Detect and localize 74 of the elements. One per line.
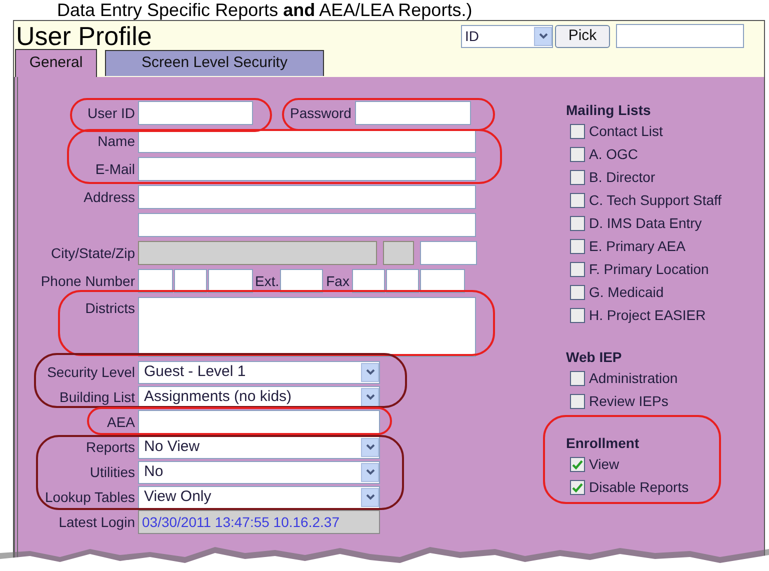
field-label: Name xyxy=(98,132,135,150)
field-label: User ID xyxy=(88,104,135,122)
field-label: Fax xyxy=(326,272,350,290)
checkbox[interactable] xyxy=(570,457,585,472)
text-area[interactable] xyxy=(138,297,476,357)
field-label: E-Mail xyxy=(95,160,135,178)
dropdown-select[interactable]: View Only xyxy=(138,486,380,508)
checkbox-label: Review IEPs xyxy=(589,392,668,411)
group-heading: Enrollment xyxy=(566,434,640,453)
checkbox[interactable] xyxy=(570,124,585,139)
checkbox[interactable] xyxy=(570,285,585,300)
pick-input-field[interactable] xyxy=(616,24,744,48)
checkbox[interactable] xyxy=(570,371,585,386)
checkbox-label: H. Project EASIER xyxy=(589,306,706,325)
checkbox-label: D. IMS Data Entry xyxy=(589,214,702,233)
checkbox[interactable] xyxy=(570,193,585,208)
field-label: Districts xyxy=(85,299,135,318)
tab[interactable]: Screen Level Security xyxy=(105,50,324,76)
field-label: Utilities xyxy=(90,462,135,482)
id-select[interactable]: ID xyxy=(461,24,553,48)
input-field[interactable] xyxy=(138,213,476,237)
checkbox-label: Administration xyxy=(589,369,678,388)
checkbox[interactable] xyxy=(570,308,585,323)
input-field[interactable] xyxy=(138,129,476,153)
checkbox[interactable] xyxy=(570,170,585,185)
field-label: Address xyxy=(84,188,135,206)
input-field[interactable] xyxy=(420,269,466,293)
field-label: Ext. xyxy=(255,272,280,290)
checkbox-label: E. Primary AEA xyxy=(589,237,686,256)
input-field[interactable] xyxy=(355,101,472,125)
input-field[interactable] xyxy=(280,269,324,293)
input-field[interactable] xyxy=(174,269,207,293)
checkbox-label: Contact List xyxy=(589,122,663,141)
pick-button[interactable]: Pick xyxy=(555,24,610,48)
input-field[interactable] xyxy=(420,241,477,265)
field-label: AEA xyxy=(106,412,135,432)
input-field[interactable] xyxy=(138,269,173,293)
dropdown-select[interactable]: Assignments (no kids) xyxy=(138,386,380,408)
field-label: Security Level xyxy=(47,362,135,382)
field-label: Phone Number xyxy=(40,272,135,290)
input-field[interactable] xyxy=(138,101,253,125)
checkbox[interactable] xyxy=(570,262,585,277)
input-field[interactable] xyxy=(352,269,386,293)
checkbox-label: View xyxy=(589,455,620,474)
input-field[interactable] xyxy=(208,269,253,293)
field-label: Lookup Tables xyxy=(44,488,135,507)
input-field[interactable] xyxy=(138,185,476,209)
field-label: Password xyxy=(290,104,352,122)
field-label: Building List xyxy=(60,388,135,407)
checkbox[interactable] xyxy=(570,394,585,409)
checkbox[interactable] xyxy=(570,239,585,254)
tab[interactable]: General xyxy=(15,49,97,77)
group-heading: Mailing Lists xyxy=(566,101,652,120)
field-label: Reports xyxy=(86,438,135,457)
checkbox-label: Disable Reports xyxy=(589,478,689,497)
checkbox-label: C. Tech Support Staff xyxy=(589,191,722,210)
checkbox[interactable] xyxy=(570,216,585,231)
input-field[interactable] xyxy=(386,269,420,293)
input-field[interactable] xyxy=(138,410,380,434)
dropdown-select[interactable]: No xyxy=(138,460,380,484)
field-label: Latest Login xyxy=(58,512,135,532)
caption-text: Data Entry Specific Reports and AEA/LEA Reports.) xyxy=(57,0,472,20)
checkbox-label: B. Director xyxy=(589,168,656,187)
group-heading: Web IEP xyxy=(566,348,623,367)
checkbox-label: G. Medicaid xyxy=(589,283,664,302)
checkbox[interactable] xyxy=(570,147,585,162)
input-field[interactable] xyxy=(138,157,476,181)
checkbox-label: F. Primary Location xyxy=(589,260,709,279)
readonly-field: 03/30/2011 13:47:55 10.16.2.37 xyxy=(138,510,380,534)
dropdown-select[interactable]: No View xyxy=(138,436,380,458)
field-label: City/State/Zip xyxy=(50,244,135,263)
checkbox[interactable] xyxy=(570,480,585,495)
dropdown-select[interactable]: Guest - Level 1 xyxy=(138,360,380,384)
checkbox-label: A. OGC xyxy=(589,145,638,164)
